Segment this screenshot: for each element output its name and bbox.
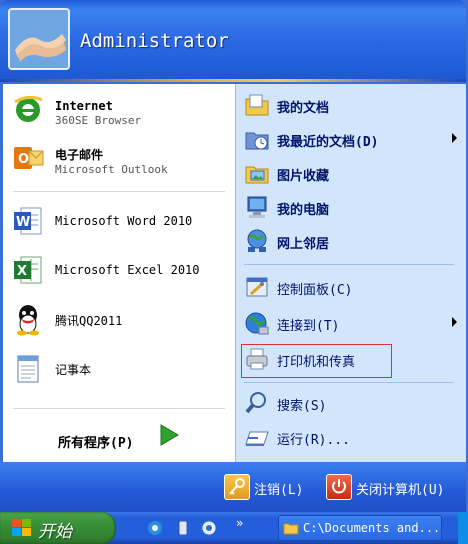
my-pictures-icon (244, 160, 270, 186)
excel-icon: X (11, 253, 45, 287)
quicklaunch-browser-icon[interactable] (200, 519, 218, 541)
header-divider (0, 79, 466, 82)
place-label: 搜索(S) (277, 399, 327, 414)
pinned-item-title: 电子邮件 (55, 148, 104, 162)
place-my-documents[interactable]: 我的文档 (236, 88, 467, 122)
places-separator (244, 264, 454, 265)
place-label: 连接到(T) (277, 319, 340, 334)
places-separator (244, 382, 454, 383)
start-button[interactable]: 开始 (0, 512, 116, 544)
all-programs-arrow-icon (159, 424, 179, 446)
recent-item-label: 腾讯QQ2011 (55, 314, 123, 328)
programs-pane: Internet 360SE Browser O 电子邮件 Microsoft … (3, 84, 235, 462)
windows-logo-icon (12, 519, 32, 541)
search-icon (244, 390, 270, 416)
places-pane: 我的文档 我最近的文档(D) 图片收藏 我的电脑 网上邻居 控制面板(C) 连接… (235, 84, 466, 462)
svg-text:W: W (16, 215, 30, 230)
place-label: 我最近的文档(D) (277, 135, 379, 150)
my-documents-icon (244, 92, 270, 118)
submenu-arrow-icon (452, 133, 457, 143)
submenu-arrow-icon (452, 317, 457, 327)
notepad-icon (11, 351, 45, 385)
quicklaunch-overflow-icon[interactable]: » (236, 516, 243, 530)
pinned-item-email[interactable]: O 电子邮件 Microsoft Outlook (3, 135, 235, 181)
quicklaunch-app-icon[interactable] (174, 519, 192, 541)
all-programs-button[interactable]: 所有程序(P) (58, 432, 133, 451)
recent-documents-icon (244, 126, 270, 152)
network-places-icon (244, 228, 270, 254)
place-label: 图片收藏 (277, 169, 330, 184)
svg-text:O: O (18, 152, 29, 167)
key-icon (224, 474, 250, 500)
control-panel-icon (244, 274, 270, 300)
pinned-item-internet[interactable]: Internet 360SE Browser (3, 86, 235, 132)
recent-item-label: 记事本 (55, 363, 92, 377)
place-label: 网上邻居 (277, 237, 330, 252)
recent-item-excel[interactable]: X Microsoft Excel 2010 (3, 247, 235, 293)
place-label: 我的电脑 (277, 203, 330, 218)
place-label: 运行(R)... (277, 433, 350, 448)
recent-item-label: Microsoft Word 2010 (55, 214, 193, 228)
taskbar-window-button[interactable]: C:\Documents and... (278, 515, 442, 541)
pinned-separator (13, 191, 225, 192)
place-search[interactable]: 搜索(S) (236, 386, 467, 420)
recent-item-word[interactable]: W Microsoft Word 2010 (3, 198, 235, 244)
taskbar: 开始 » C:\Documents and... (0, 512, 468, 544)
user-avatar[interactable] (8, 8, 70, 70)
taskbar-window-label: C:\Documents and... (303, 521, 441, 535)
user-header: Administrator (0, 0, 466, 82)
all-programs-separator (13, 408, 225, 409)
pinned-item-title: Internet (55, 99, 113, 113)
start-label: 开始 (38, 522, 72, 542)
outlook-icon: O (11, 141, 45, 175)
recent-item-label: Microsoft Excel 2010 (55, 263, 200, 277)
place-recent-documents[interactable]: 我最近的文档(D) (236, 122, 467, 156)
quicklaunch-ie-icon[interactable] (146, 519, 164, 541)
shutdown-button[interactable]: 关闭计算机(U) (326, 474, 460, 500)
logoff-label: 注销(L) (254, 483, 304, 498)
place-network-places[interactable]: 网上邻居 (236, 224, 467, 258)
place-label: 控制面板(C) (277, 283, 353, 298)
svg-text:X: X (17, 264, 27, 279)
system-tray-edge (458, 512, 468, 544)
folder-icon (283, 520, 299, 540)
pinned-item-subtitle: 360SE Browser (55, 114, 142, 127)
ie-icon (11, 92, 45, 126)
my-computer-icon (244, 194, 270, 220)
place-label: 我的文档 (277, 101, 330, 116)
qq-icon (11, 302, 45, 336)
logoff-button[interactable]: 注销(L) (224, 474, 319, 500)
recent-item-notepad[interactable]: 记事本 (3, 345, 235, 391)
annotation-highlight-box (241, 344, 392, 378)
place-connect-to[interactable]: 连接到(T) (236, 306, 467, 340)
power-icon (326, 474, 352, 500)
user-name: Administrator (80, 30, 229, 52)
shutdown-label: 关闭计算机(U) (356, 483, 445, 498)
word-icon: W (11, 204, 45, 238)
run-icon (244, 424, 270, 450)
menu-footer: 注销(L) 关闭计算机(U) (0, 462, 466, 512)
recent-item-qq[interactable]: 腾讯QQ2011 (3, 296, 235, 342)
pinned-item-subtitle: Microsoft Outlook (55, 163, 168, 176)
place-run[interactable]: 运行(R)... (236, 420, 467, 454)
place-control-panel[interactable]: 控制面板(C) (236, 270, 467, 304)
place-my-pictures[interactable]: 图片收藏 (236, 156, 467, 190)
connect-to-icon (244, 310, 270, 336)
place-my-computer[interactable]: 我的电脑 (236, 190, 467, 224)
